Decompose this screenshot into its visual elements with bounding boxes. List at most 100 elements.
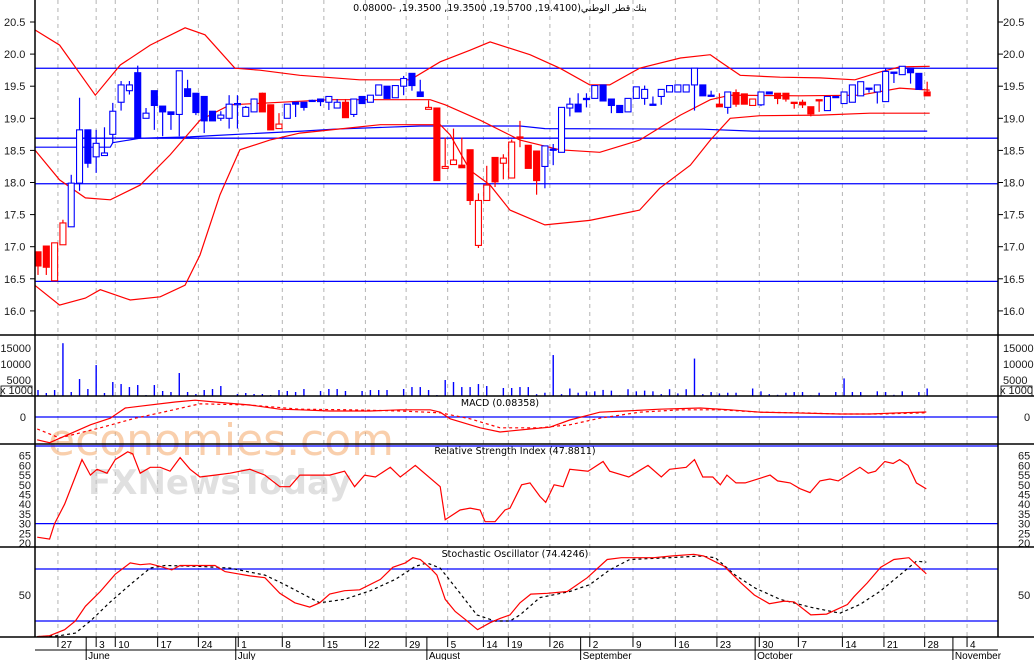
day-tick-label: 26: [553, 640, 565, 651]
candle-body: [308, 99, 316, 103]
candle-body: [641, 88, 649, 99]
candle-body: [823, 95, 832, 112]
candle-body: [449, 159, 458, 166]
price-tick-label-right: 18.0: [1003, 178, 1024, 190]
candle-body: [707, 94, 715, 97]
candle-body: [100, 152, 109, 157]
candle-body: [790, 101, 798, 105]
candle-body: [200, 95, 208, 122]
candle-body: [184, 88, 192, 98]
price-tick-label-left: 16.0: [4, 306, 25, 318]
volume-tick-label-left: 10000: [0, 359, 31, 371]
candle-body: [508, 141, 516, 179]
candle-body: [51, 242, 59, 282]
candle-body: [167, 111, 175, 115]
candle-body: [832, 95, 840, 99]
month-label: September: [583, 651, 633, 660]
candle-body: [283, 103, 291, 119]
candle-body: [391, 85, 399, 99]
day-tick-label: 16: [678, 640, 690, 651]
month-label: July: [238, 651, 256, 660]
candle-body: [92, 142, 100, 158]
month-label: November: [955, 651, 1002, 660]
day-tick-label: 5: [451, 640, 457, 651]
candle-body: [350, 98, 358, 115]
candle-body: [375, 84, 383, 96]
candle-body: [499, 157, 507, 164]
day-tick-label: 27: [61, 640, 73, 651]
candle-body: [923, 91, 931, 97]
candle-body: [699, 84, 707, 97]
candle-body: [400, 77, 408, 87]
day-tick-label: 24: [201, 640, 213, 651]
candle-body: [732, 92, 740, 105]
volume-tick-label-right: 10000: [1003, 359, 1034, 371]
candle-body: [366, 94, 374, 103]
day-tick-label: 14: [486, 640, 498, 651]
candle-body: [873, 84, 881, 93]
candle-body: [76, 129, 84, 184]
candle-body: [533, 150, 541, 182]
candle-body: [599, 84, 607, 102]
day-tick-label: 3: [99, 640, 105, 651]
day-tick-label: 21: [887, 640, 899, 651]
stochastic-tick-label-right: 50: [1018, 590, 1030, 602]
candle-body: [175, 70, 183, 115]
candle-body: [466, 149, 474, 202]
candle-body: [433, 107, 441, 182]
price-tick-label-right: 19.5: [1003, 81, 1024, 93]
candle-body: [59, 222, 67, 246]
day-tick-label: 19: [511, 640, 523, 651]
candle-body: [557, 106, 566, 153]
candle-body: [125, 84, 133, 92]
price-tick-label-right: 16.5: [1003, 274, 1024, 286]
candle-body: [582, 97, 591, 101]
candle-body: [848, 84, 856, 103]
day-tick-label: 8: [285, 640, 291, 651]
candle-body: [208, 110, 217, 122]
candle-body: [898, 65, 906, 76]
candle-body: [250, 98, 258, 113]
candle-body: [657, 88, 665, 98]
price-tick-label-left: 18.5: [4, 145, 25, 157]
price-tick-label-left: 20.5: [4, 17, 25, 29]
candle-body: [798, 101, 807, 106]
candle-body: [740, 93, 748, 105]
price-tick-label-left: 18.0: [4, 178, 25, 190]
candle-body: [117, 84, 125, 103]
day-tick-label: 30: [762, 640, 774, 651]
stochastic-tick-label-left: 50: [19, 590, 31, 602]
day-tick-label: 23: [720, 640, 732, 651]
candle-body: [616, 104, 624, 114]
candle-body: [690, 67, 699, 86]
candle-body: [425, 106, 433, 110]
candle-body: [524, 144, 532, 169]
price-tick-label-right: 20.5: [1003, 17, 1024, 29]
candle-body: [408, 72, 416, 87]
candle-body: [865, 87, 873, 90]
candle-body: [882, 70, 890, 103]
candle-body: [649, 103, 657, 106]
price-tick-label-left: 19.5: [4, 81, 25, 93]
price-tick-label-right: 18.5: [1003, 145, 1024, 157]
price-tick-label-left: 16.5: [4, 274, 25, 286]
candle-body: [142, 112, 150, 119]
candle-body: [383, 85, 391, 99]
candle-body: [458, 164, 466, 169]
candle-body: [225, 103, 233, 119]
candle-body: [591, 85, 599, 99]
candle-body: [159, 105, 167, 113]
candle-body: [134, 72, 142, 139]
day-tick-label: 22: [368, 640, 380, 651]
rsi-title: Relative Strength Index (47.8811): [434, 446, 595, 457]
watermark: economies.com FXNewsToday: [48, 415, 394, 503]
price-tick-label-left: 17.5: [4, 210, 25, 222]
candle-body: [632, 86, 640, 99]
candle-body: [42, 245, 50, 268]
candle-body: [242, 106, 250, 117]
candle-body: [840, 91, 848, 105]
watermark-economies: economies.com: [48, 415, 394, 466]
volume-tick-label-left: 15000: [0, 343, 31, 355]
price-tick-label-right: 17.0: [1003, 242, 1024, 254]
candle-body: [549, 148, 557, 151]
